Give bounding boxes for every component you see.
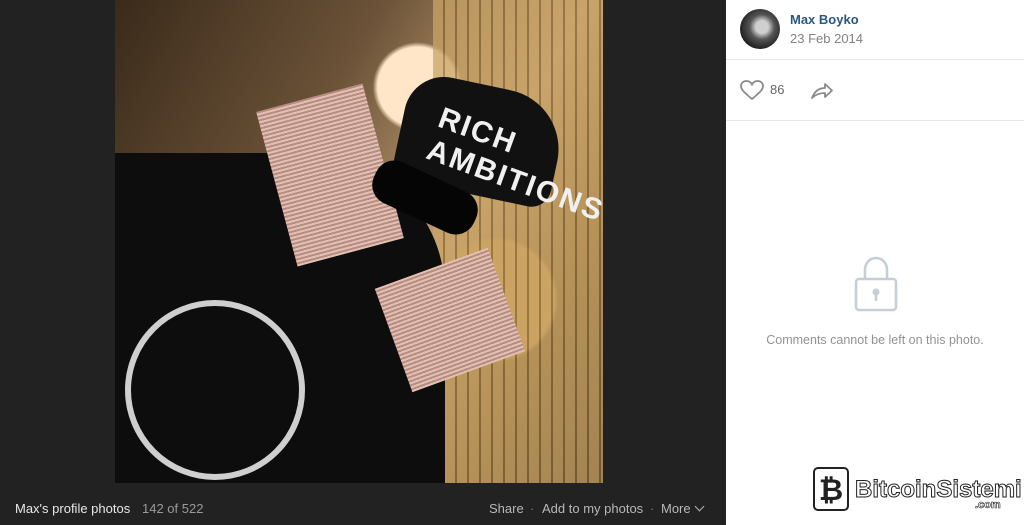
avatar[interactable] xyxy=(740,9,780,49)
album-title-link[interactable]: Max's profile photos xyxy=(15,501,130,516)
more-menu-button[interactable]: More xyxy=(661,501,705,516)
photo-shirt-logo xyxy=(125,300,305,480)
photo-actions: 86 xyxy=(726,60,1024,121)
photo[interactable]: RICH AMBITIONS xyxy=(115,0,603,483)
photo-sidebar: Max Boyko 23 Feb 2014 86 Comments cannot… xyxy=(726,0,1024,525)
author-header: Max Boyko 23 Feb 2014 xyxy=(726,0,1024,60)
share-link[interactable]: Share xyxy=(489,501,524,516)
add-to-photos-link[interactable]: Add to my photos xyxy=(542,501,643,516)
author-name[interactable]: Max Boyko xyxy=(790,12,859,27)
chevron-down-icon xyxy=(694,501,705,512)
svg-text:₿: ₿ xyxy=(819,473,843,508)
photo-bottom-bar: Max's profile photos 142 of 522 Share · … xyxy=(0,493,726,525)
like-count: 86 xyxy=(770,82,785,97)
post-date[interactable]: 23 Feb 2014 xyxy=(790,31,863,46)
watermark-suffix: .com xyxy=(975,499,1001,512)
heart-icon[interactable] xyxy=(740,80,764,100)
share-arrow-icon[interactable] xyxy=(810,81,834,101)
photo-viewer: RICH AMBITIONS Max's profile photos 142 … xyxy=(0,0,726,525)
photo-counter: 142 of 522 xyxy=(142,501,204,516)
comments-disabled-notice: Comments cannot be left on this photo. xyxy=(766,333,984,347)
lock-icon xyxy=(854,256,898,312)
more-label: More xyxy=(661,501,691,516)
separator-dot: · xyxy=(530,501,535,516)
photo-background-shelves xyxy=(433,0,603,483)
separator-dot: · xyxy=(650,501,655,516)
